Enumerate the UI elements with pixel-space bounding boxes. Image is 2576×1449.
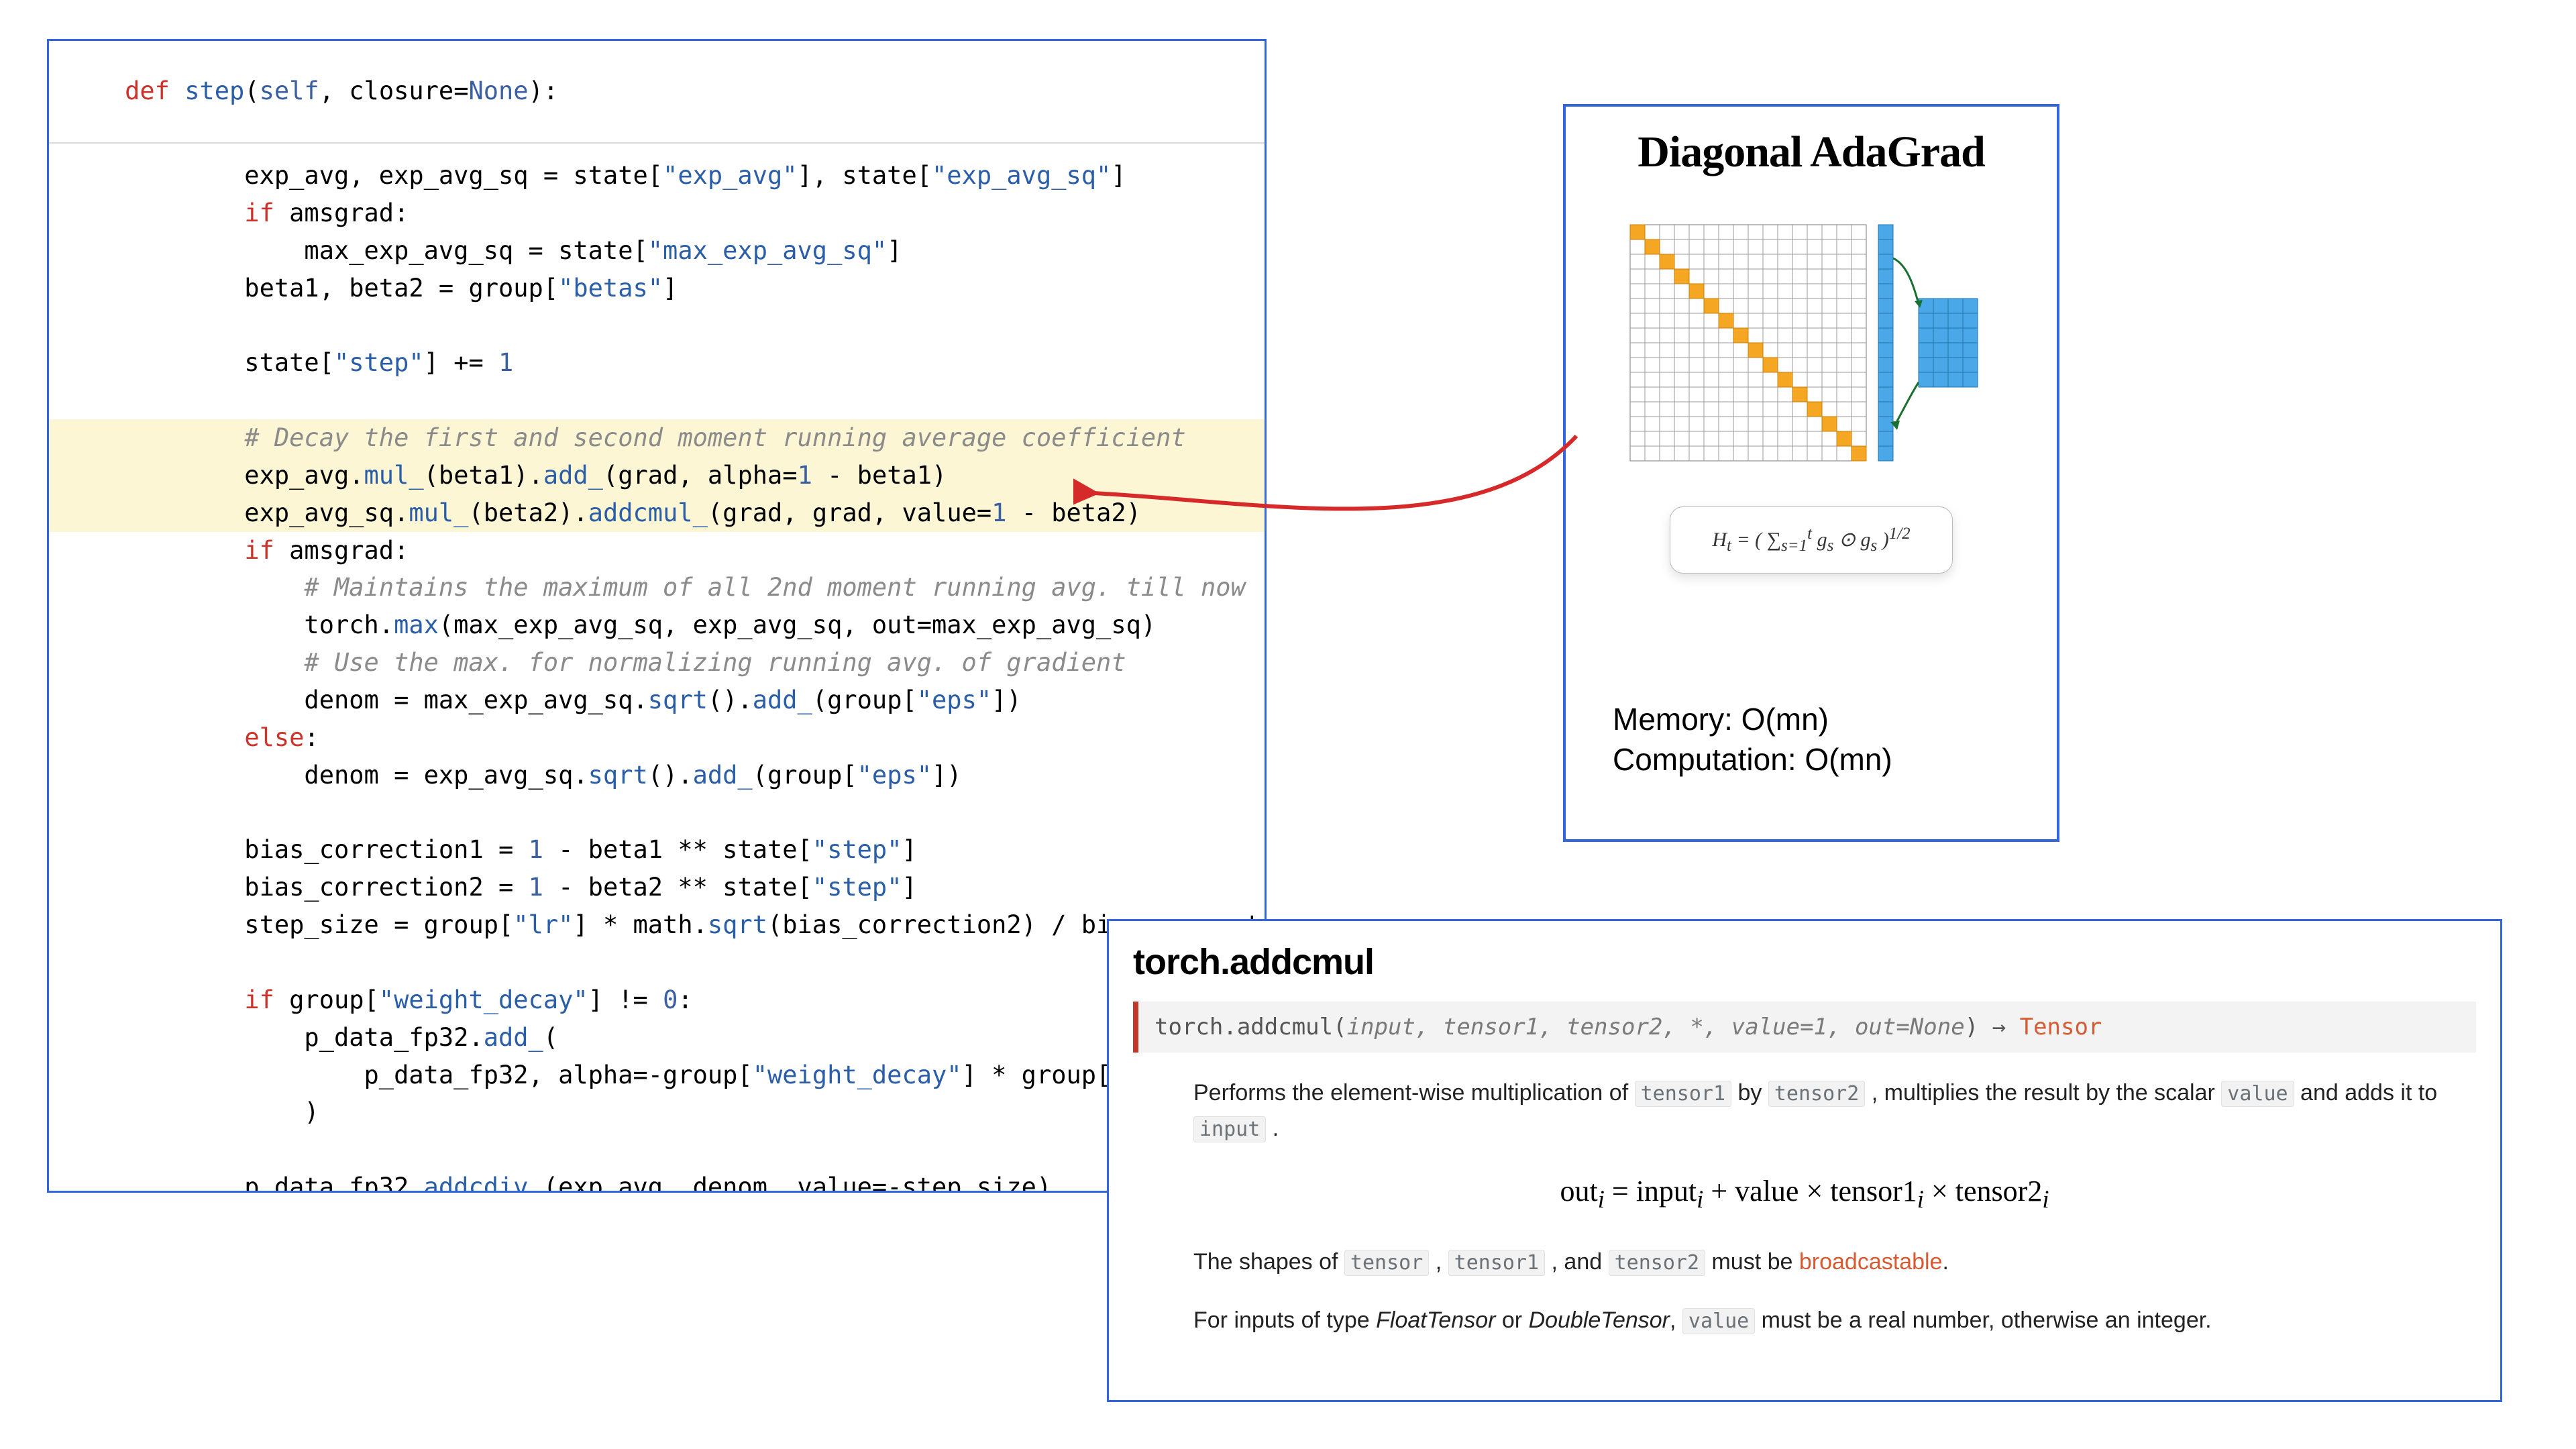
- code-body: exp_avg, exp_avg_sq = state["exp_avg"], …: [49, 144, 1265, 1193]
- code-line-highlight: exp_avg.mul_(beta1).add_(grad, alpha=1 -…: [49, 457, 1265, 494]
- code-line: [49, 1131, 1265, 1169]
- code-line: [49, 794, 1265, 832]
- code-line: # Maintains the maximum of all 2nd momen…: [49, 569, 1265, 606]
- code-line: # Use the max. for normalizing running a…: [49, 644, 1265, 682]
- doc-code: tensor: [1344, 1250, 1429, 1276]
- doc-code: value: [1682, 1308, 1755, 1334]
- card-diagram: [1589, 218, 2034, 480]
- code-line: p_data_fp32.add_(: [49, 1019, 1265, 1057]
- code-panel: def step(self, closure=None): exp_avg, e…: [47, 39, 1267, 1193]
- doc-sig-params: input, tensor1, tensor2, *, value=1, out…: [1347, 1014, 1965, 1040]
- doc-paragraph-2: The shapes of tensor , tensor1 , and ten…: [1193, 1244, 2476, 1280]
- doc-signature: torch.addcmul(input, tensor1, tensor2, *…: [1133, 1002, 2476, 1053]
- code-line: beta1, beta2 = group["betas"]: [49, 270, 1265, 307]
- code-line-highlight: # Decay the first and second moment runn…: [49, 419, 1265, 457]
- card-title: Diagonal AdaGrad: [1589, 127, 2034, 178]
- code-line: torch.max(max_exp_avg_sq, exp_avg_sq, ou…: [49, 606, 1265, 644]
- code-line: if group["weight_decay"] != 0:: [49, 981, 1265, 1019]
- doc-code: value: [2221, 1081, 2294, 1107]
- doc-paragraph-1: Performs the element-wise multiplication…: [1193, 1075, 2476, 1146]
- doc-math-text: outi = inputi + value × tensor1i × tenso…: [1560, 1175, 2049, 1208]
- code-line: exp_avg, exp_avg_sq = state["exp_avg"], …: [49, 157, 1265, 195]
- code-fn-name: step: [184, 76, 244, 105]
- code-line: if amsgrad:: [49, 195, 1265, 232]
- doc-sig-return[interactable]: Tensor: [2020, 1014, 2102, 1040]
- code-line: state["step"] += 1: [49, 344, 1265, 382]
- code-line: denom = max_exp_avg_sq.sqrt().add_(group…: [49, 682, 1265, 719]
- doc-panel: torch.addcmul torch.addcmul(input, tenso…: [1107, 919, 2502, 1402]
- doc-code: tensor1: [1448, 1250, 1545, 1276]
- code-line: if amsgrad:: [49, 532, 1265, 570]
- code-kw-def: def: [125, 76, 170, 105]
- doc-sig-suffix: ) →: [1965, 1014, 2020, 1040]
- card-formula: Ht = ( ∑s=1t gs ⊙ gs )1/2: [1670, 506, 1953, 574]
- doc-code: input: [1193, 1116, 1266, 1142]
- doc-math: outi = inputi + value × tensor1i × tenso…: [1133, 1174, 2476, 1214]
- doc-title: torch.addcmul: [1133, 941, 2476, 983]
- doc-link-broadcastable[interactable]: broadcastable: [1799, 1249, 1943, 1275]
- code-line: else:: [49, 719, 1265, 757]
- card-panel: Diagonal AdaGrad: [1563, 104, 2059, 842]
- code-line: denom = exp_avg_sq.sqrt().add_(group["ep…: [49, 757, 1265, 794]
- doc-code: tensor1: [1635, 1081, 1731, 1107]
- card-memory-label: Memory: O(mn): [1613, 700, 1892, 740]
- code-line: [49, 944, 1265, 981]
- code-line: step_size = group["lr"] * math.sqrt(bias…: [49, 906, 1265, 944]
- doc-sig-prefix: torch.addcmul(: [1155, 1014, 1347, 1040]
- code-line: bias_correction1 = 1 - beta1 ** state["s…: [49, 831, 1265, 869]
- code-line: p_data_fp32.addcdiv_(exp_avg, denom, val…: [49, 1169, 1265, 1193]
- code-line: [49, 307, 1265, 344]
- doc-code: tensor2: [1609, 1250, 1705, 1276]
- code-line: [49, 382, 1265, 419]
- doc-code: tensor2: [1768, 1081, 1865, 1107]
- code-line: p_data_fp32, alpha=-group["weight_decay"…: [49, 1057, 1265, 1094]
- card-complexity: Memory: O(mn) Computation: O(mn): [1613, 700, 1892, 780]
- code-def-line: def step(self, closure=None):: [49, 41, 1265, 144]
- doc-paragraph-3: For inputs of type FloatTensor or Double…: [1193, 1303, 2476, 1338]
- code-line: max_exp_avg_sq = state["max_exp_avg_sq"]: [49, 232, 1265, 270]
- card-formula-text: Ht = ( ∑s=1t gs ⊙ gs )1/2: [1712, 529, 1910, 551]
- diagonal-grid-icon: [1623, 218, 1999, 480]
- code-line: ): [49, 1093, 1265, 1131]
- code-line-highlight: exp_avg_sq.mul_(beta2).addcmul_(grad, gr…: [49, 494, 1265, 532]
- card-compute-label: Computation: O(mn): [1613, 740, 1892, 780]
- code-line: bias_correction2 = 1 - beta2 ** state["s…: [49, 869, 1265, 906]
